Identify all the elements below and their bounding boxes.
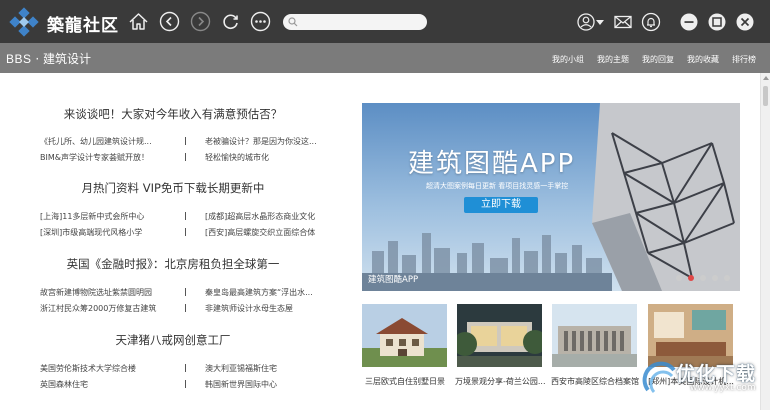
link-my-topics[interactable]: 我的主题 bbox=[597, 54, 629, 65]
user-links: 我的小组 我的主题 我的回复 我的收藏 排行榜 bbox=[552, 54, 756, 65]
carousel-dot[interactable] bbox=[712, 275, 718, 281]
thumbnail-caption[interactable]: 三层欧式自住别墅日景 bbox=[360, 376, 450, 387]
search-icon bbox=[288, 17, 298, 27]
news-link[interactable]: 澳大利亚锡福斯住宅 bbox=[205, 363, 330, 374]
breadcrumb: BBS · 建筑设计 bbox=[6, 50, 91, 67]
close-icon[interactable] bbox=[735, 12, 755, 32]
divider bbox=[185, 304, 186, 312]
news-link[interactable]: [成都]超高层水晶形态商业文化 bbox=[205, 211, 330, 222]
thumbnail-image bbox=[457, 304, 542, 367]
search-box[interactable] bbox=[283, 14, 427, 30]
divider bbox=[185, 212, 186, 220]
carousel-dot[interactable] bbox=[676, 275, 682, 281]
news-headline[interactable]: 月热门资料 VIP免币下载长期更新中 bbox=[18, 180, 328, 196]
link-leaderboard[interactable]: 排行榜 bbox=[732, 54, 756, 65]
news-link[interactable]: [西安]高层螺旋交织立面综合体 bbox=[205, 227, 330, 238]
link-my-replies[interactable]: 我的回复 bbox=[642, 54, 674, 65]
maximize-icon[interactable] bbox=[707, 12, 727, 32]
news-link[interactable]: 轻松愉快的城市化 bbox=[205, 152, 330, 163]
promo-banner[interactable]: 建筑图酷APP 超清大图案例每日更新 看项目找灵感一手掌控 立即下载 建筑图酷A… bbox=[362, 103, 740, 291]
home-icon[interactable] bbox=[128, 11, 149, 32]
divider bbox=[185, 380, 186, 388]
news-headline[interactable]: 英国《金融时报》：北京房租负担全球第一 bbox=[18, 256, 328, 272]
banner-image bbox=[362, 103, 740, 291]
scroll-up-icon[interactable] bbox=[763, 76, 769, 80]
divider bbox=[185, 364, 186, 372]
mail-icon[interactable] bbox=[613, 12, 633, 32]
divider bbox=[185, 153, 186, 161]
breadcrumb-separator: · bbox=[35, 52, 40, 66]
news-link[interactable]: 故宫新建博物院选址紫禁圆明园 bbox=[40, 287, 180, 298]
news-link[interactable]: 浙江村民众筹2000万修复古建筑 bbox=[40, 303, 180, 314]
watermark-text: 优化下载 bbox=[676, 363, 757, 385]
thumbnail-caption[interactable]: 万境景观分享-荷兰公园... bbox=[455, 376, 545, 387]
divider bbox=[185, 137, 186, 145]
news-headline[interactable]: 来谈谈吧！大家对今年收入有满意预估否？ bbox=[18, 106, 328, 122]
thumbnail-image bbox=[362, 304, 447, 367]
news-link[interactable]: 美国劳伦斯技术大学综合楼 bbox=[40, 363, 180, 374]
thumbnail-interior[interactable] bbox=[648, 304, 733, 367]
link-my-groups[interactable]: 我的小组 bbox=[552, 54, 584, 65]
news-link[interactable]: BIM&声学设计专家荟赋开放！ bbox=[40, 152, 180, 163]
notification-icon[interactable] bbox=[641, 12, 661, 32]
thumbnail-image bbox=[648, 304, 733, 367]
carousel-dot[interactable] bbox=[700, 275, 706, 281]
minimize-icon[interactable] bbox=[679, 12, 699, 32]
divider bbox=[185, 288, 186, 296]
carousel-dots bbox=[676, 275, 730, 281]
section-bar: BBS · 建筑设计 我的小组 我的主题 我的回复 我的收藏 排行榜 bbox=[0, 43, 770, 73]
thumbnail-image bbox=[552, 304, 637, 367]
refresh-icon[interactable] bbox=[220, 11, 241, 32]
news-link[interactable]: [上海]11多层新中式会所中心 bbox=[40, 211, 180, 222]
scroll-thumb[interactable] bbox=[763, 86, 768, 106]
news-link[interactable]: 老被骗设计？那是因为你没这... bbox=[205, 136, 330, 147]
carousel-dot[interactable] bbox=[724, 275, 730, 281]
divider bbox=[185, 228, 186, 236]
news-link[interactable]: 非建筑师设计水母生态屋 bbox=[205, 303, 330, 314]
news-link[interactable]: [深圳]市级高端现代风格小学 bbox=[40, 227, 180, 238]
news-link[interactable]: 秦皇岛最高建筑方案“浮出水... bbox=[205, 287, 330, 298]
banner-subtitle: 超清大图案例每日更新 看项目找灵感一手掌控 bbox=[426, 182, 569, 190]
banner-title: 建筑图酷APP bbox=[408, 149, 576, 179]
banner-caption: 建筑图酷APP bbox=[368, 275, 419, 285]
forward-icon[interactable] bbox=[190, 11, 211, 32]
more-icon[interactable] bbox=[250, 11, 271, 32]
user-icon[interactable] bbox=[576, 12, 596, 32]
carousel-dot-active[interactable] bbox=[688, 275, 694, 281]
thumbnail-villa[interactable] bbox=[362, 304, 447, 367]
title-bar: 築龍社区 bbox=[0, 0, 770, 43]
thumbnail-landscape[interactable] bbox=[457, 304, 542, 367]
link-my-favorites[interactable]: 我的收藏 bbox=[687, 54, 719, 65]
watermark-url: www.yyxt.com bbox=[690, 383, 756, 393]
news-link[interactable]: 英国森林住宅 bbox=[40, 379, 180, 390]
breadcrumb-section[interactable]: 建筑设计 bbox=[43, 52, 91, 66]
logo-icon bbox=[9, 7, 39, 37]
app-title: 築龍社区 bbox=[47, 16, 119, 36]
back-icon[interactable] bbox=[159, 11, 180, 32]
thumbnail-archive[interactable] bbox=[552, 304, 637, 367]
search-input[interactable] bbox=[301, 15, 419, 29]
thumbnail-caption[interactable]: 西安市高陵区综合档案馆 bbox=[550, 376, 640, 387]
news-link[interactable]: 《托儿所、幼儿园建筑设计规... bbox=[40, 136, 180, 147]
chevron-down-icon[interactable] bbox=[596, 20, 604, 25]
news-link[interactable]: 韩国新世界国际中心 bbox=[205, 379, 330, 390]
news-headline[interactable]: 天津猪八戒网创意工厂 bbox=[18, 332, 328, 348]
scrollbar[interactable] bbox=[760, 73, 770, 410]
download-button[interactable]: 立即下载 bbox=[464, 197, 538, 213]
breadcrumb-site[interactable]: BBS bbox=[6, 52, 32, 66]
